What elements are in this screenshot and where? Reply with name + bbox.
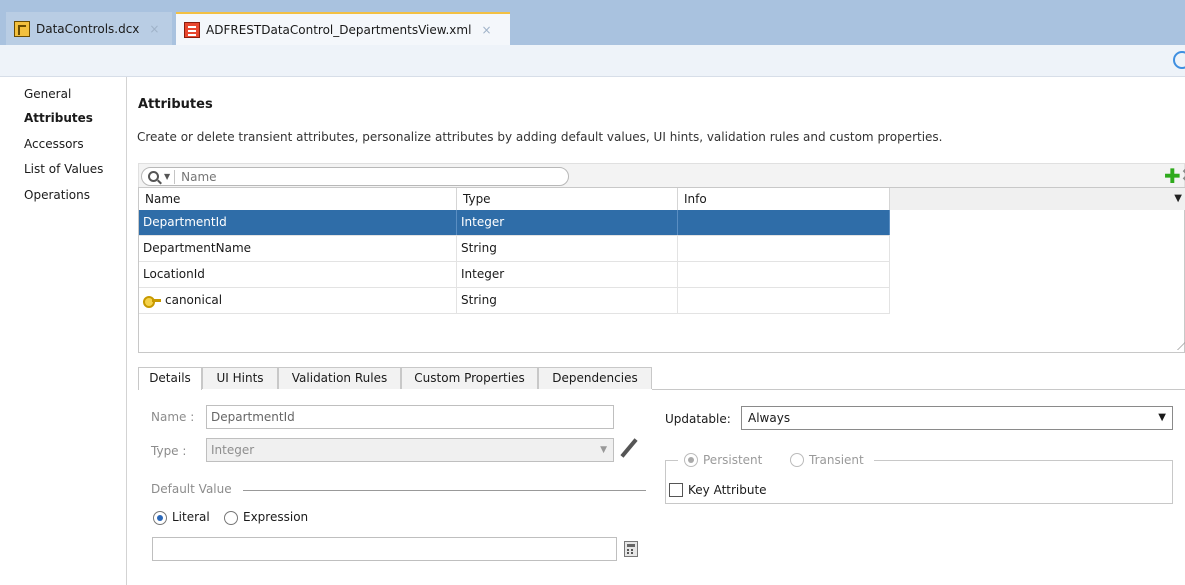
column-header-info[interactable]: Info (678, 188, 890, 210)
tab-divider (652, 389, 1185, 390)
literal-radio[interactable] (153, 511, 167, 525)
attributes-table: Name Type Info ▼ DepartmentId Integer De… (138, 187, 1185, 353)
updatable-label: Updatable: (665, 412, 731, 426)
transient-radio[interactable] (790, 453, 804, 467)
column-header-type[interactable]: Type (457, 188, 678, 210)
updatable-value: Always (748, 411, 791, 425)
cell-name: LocationId (139, 262, 457, 287)
cell-name: DepartmentId (139, 210, 457, 235)
cell-info (678, 262, 890, 287)
type-label: Type : (151, 444, 187, 458)
nav-item-list-of-values[interactable]: List of Values (24, 162, 103, 176)
add-attribute-button[interactable]: ✚ (1164, 166, 1181, 186)
default-value-label: Default Value (151, 482, 232, 496)
name-label: Name : (151, 410, 195, 424)
cell-name: canonical (139, 288, 457, 313)
cell-type: String (457, 236, 678, 261)
cell-info (678, 210, 890, 235)
key-attribute-checkbox[interactable] (669, 483, 683, 497)
chevron-down-icon[interactable]: ▼ (164, 172, 170, 181)
default-value-divider (243, 490, 646, 491)
table-row[interactable]: DepartmentName String (139, 236, 890, 262)
tab-datacontrols[interactable]: DataControls.dcx × (6, 12, 172, 45)
expression-label: Expression (243, 510, 309, 524)
tab-validation-rules[interactable]: Validation Rules (278, 367, 401, 389)
type-value: Integer (211, 443, 255, 457)
tab-label: ADFRESTDataControl_DepartmentsView.xml (206, 22, 472, 37)
group-border-cap (665, 460, 679, 461)
persistent-label: Persistent (703, 453, 763, 467)
expression-radio[interactable] (224, 511, 238, 525)
section-title: Attributes (138, 97, 213, 112)
type-combo: Integer ▼ (206, 438, 614, 462)
tab-departments-view[interactable]: ADFRESTDataControl_DepartmentsView.xml × (176, 12, 510, 45)
transient-label: Transient (809, 453, 864, 467)
literal-label: Literal (172, 510, 210, 524)
persistent-radio[interactable] (684, 453, 698, 467)
column-header-name[interactable]: Name (139, 188, 457, 210)
updatable-select[interactable]: Always ▼ (741, 406, 1173, 430)
group-legend: Persistent Transient (678, 451, 874, 469)
left-nav: General Attributes Accessors List of Val… (0, 77, 127, 585)
chevron-down-icon: ▼ (600, 445, 607, 455)
cell-type: Integer (457, 210, 678, 235)
search-box[interactable]: ▼ (141, 167, 569, 186)
dcx-file-icon (14, 20, 30, 37)
table-row[interactable]: canonical String (139, 288, 890, 314)
tab-dependencies[interactable]: Dependencies (538, 367, 652, 389)
xml-file-icon (184, 21, 200, 38)
resize-grip-icon[interactable] (1170, 342, 1185, 350)
tab-label: DataControls.dcx (36, 21, 140, 36)
attributes-toolbar: ▼ ✚ ✖ (138, 163, 1185, 187)
help-icon[interactable] (1173, 51, 1185, 69)
tab-ui-hints[interactable]: UI Hints (202, 367, 278, 389)
cell-type: String (457, 288, 678, 313)
key-icon (143, 296, 161, 308)
editor-subbar (0, 45, 1185, 77)
default-value-field[interactable] (152, 537, 617, 561)
nav-item-general[interactable]: General (24, 87, 71, 101)
table-row[interactable]: LocationId Integer (139, 262, 890, 288)
search-input[interactable] (174, 169, 555, 184)
cell-name: DepartmentName (139, 236, 457, 261)
nav-item-attributes[interactable]: Attributes (24, 111, 93, 125)
cell-type: Integer (457, 262, 678, 287)
cell-info (678, 236, 890, 261)
editor-tab-bar: DataControls.dcx × ADFRESTDataControl_De… (0, 0, 1185, 45)
chevron-down-icon: ▼ (1158, 412, 1166, 423)
cell-name-text: canonical (165, 293, 223, 307)
key-attribute-label: Key Attribute (688, 483, 767, 497)
name-field[interactable]: DepartmentId (206, 405, 614, 429)
tab-custom-properties[interactable]: Custom Properties (401, 367, 538, 389)
column-menu-icon[interactable]: ▼ (1174, 188, 1182, 210)
table-header: Name Type Info ▼ (139, 188, 1185, 210)
section-description: Create or delete transient attributes, p… (137, 130, 943, 144)
table-row[interactable]: DepartmentId Integer (139, 210, 890, 236)
close-icon[interactable]: × (481, 23, 491, 37)
expression-builder-icon[interactable] (624, 541, 638, 557)
close-icon[interactable]: × (149, 22, 159, 36)
edit-pencil-icon[interactable] (620, 438, 638, 458)
delete-attribute-button[interactable]: ✖ (1181, 164, 1185, 186)
tab-details[interactable]: Details (138, 367, 202, 390)
nav-item-operations[interactable]: Operations (24, 188, 90, 202)
cell-info (678, 288, 890, 313)
nav-item-accessors[interactable]: Accessors (24, 137, 84, 151)
main-panel: Attributes Create or delete transient at… (128, 77, 1185, 585)
search-icon[interactable] (148, 171, 159, 182)
column-header-filler: ▼ (890, 188, 1185, 210)
